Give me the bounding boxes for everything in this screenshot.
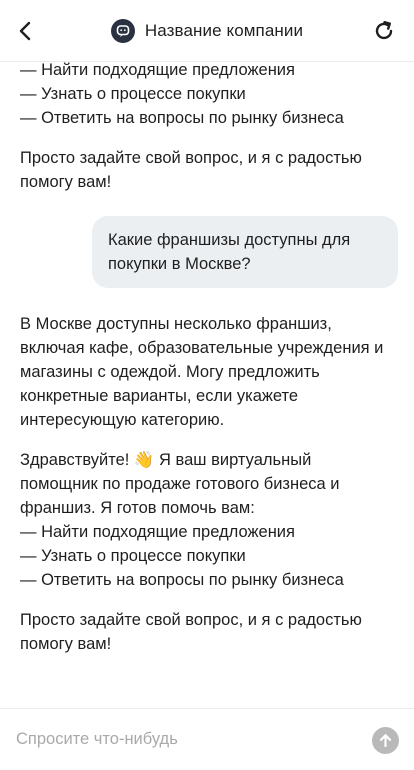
message-line: — Узнать о процессе покупки: [20, 547, 246, 565]
refresh-icon: [375, 21, 393, 40]
user-message-row: Какие франшизы доступны для покупки в Мо…: [0, 216, 414, 288]
send-arrow-up-icon: [379, 734, 392, 748]
chat-bot-logo-icon: [110, 18, 135, 43]
message-list[interactable]: — Найти подходящие предложения — Узнать …: [0, 48, 414, 708]
message-line: — Найти подходящие предложения: [20, 523, 295, 541]
refresh-button[interactable]: [366, 13, 402, 49]
message-line: интересующую категорию.: [20, 411, 225, 429]
message-line: покупки в Москве?: [108, 255, 251, 273]
message-line: — Ответить на вопросы по рынку бизнеса: [20, 109, 344, 127]
message-line: Просто задайте свой вопрос, и я с радост…: [20, 611, 362, 629]
chat-header: Название компании: [0, 0, 414, 62]
back-button[interactable]: [8, 13, 44, 49]
message-line: Просто задайте свой вопрос, и я с радост…: [20, 149, 362, 167]
chat-screen: Название компании — Найти подходящие пре…: [0, 0, 414, 770]
message-line: включая кафе, образовательные учреждения…: [20, 339, 384, 357]
message-line: магазины с одеждой. Могу предложить: [20, 363, 320, 381]
message-line: помогу вам!: [20, 173, 112, 191]
back-chevron-icon: [19, 21, 31, 41]
message-composer: [0, 708, 414, 770]
message-line: конкретные варианты, если укажете: [20, 387, 299, 405]
message-line: — Узнать о процессе покупки: [20, 85, 246, 103]
message-line: — Ответить на вопросы по рынку бизнеса: [20, 571, 344, 589]
send-button[interactable]: [372, 727, 399, 754]
message-line: Какие франшизы доступны для: [108, 231, 351, 249]
message-line: помогу вам!: [20, 635, 112, 653]
message-input[interactable]: [16, 730, 356, 749]
user-message-bubble: Какие франшизы доступны для покупки в Мо…: [92, 216, 398, 288]
message-line: В Москве доступны несколько франшиз,: [20, 315, 332, 333]
bot-message: В Москве доступны несколько франшиз, вкл…: [0, 312, 414, 656]
message-line: помощник по продаже готового бизнеса и: [20, 475, 340, 493]
company-name-title: Название компании: [144, 20, 304, 40]
bot-message: — Найти подходящие предложения — Узнать …: [0, 58, 414, 194]
header-title-group: Название компании: [110, 18, 304, 43]
message-line: Здравствуйте! 👋 Я ваш виртуальный: [20, 451, 312, 469]
message-line: франшиз. Я готов помочь вам:: [20, 499, 255, 517]
